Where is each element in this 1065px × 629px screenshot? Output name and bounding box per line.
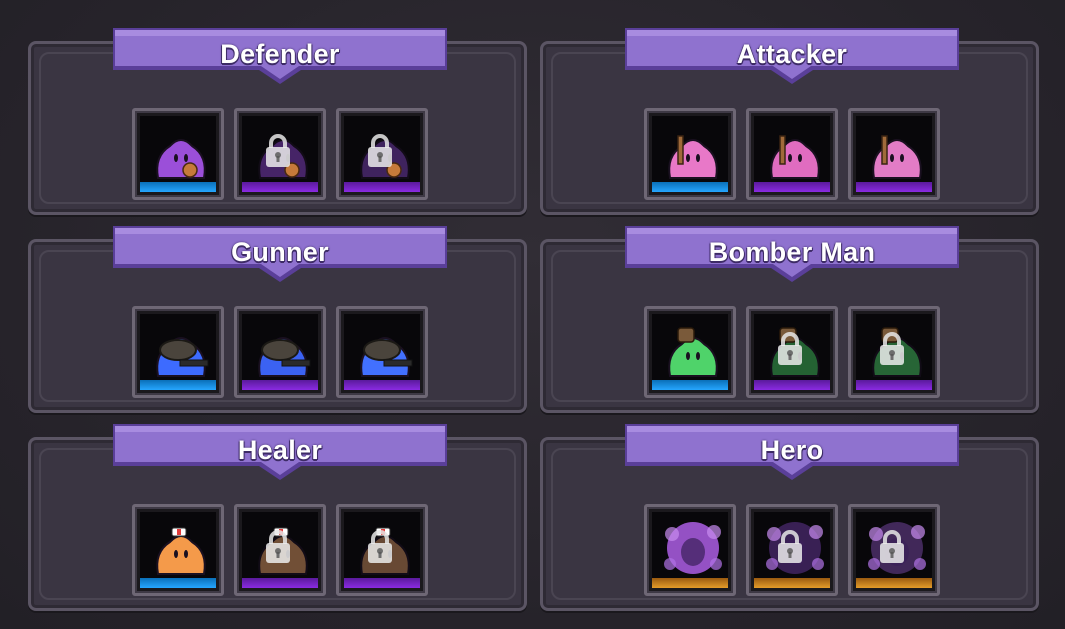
lock-icon xyxy=(878,529,906,570)
unit-slot[interactable] xyxy=(234,504,326,596)
rarity-bar-blue xyxy=(652,182,728,192)
rarity-bar-blue xyxy=(140,380,216,390)
category-panel-healer: Healer xyxy=(28,424,527,611)
lock-icon xyxy=(776,331,804,372)
category-banner: Gunner xyxy=(111,224,449,294)
lock-icon xyxy=(366,133,394,174)
category-title: Attacker xyxy=(736,39,848,69)
rarity-bar-purple xyxy=(754,380,830,390)
unit-slot[interactable] xyxy=(644,108,736,200)
unit-slot[interactable] xyxy=(746,306,838,398)
lock-icon xyxy=(264,133,292,174)
rarity-bar-blue xyxy=(140,578,216,588)
lock-icon xyxy=(264,529,292,570)
rarity-bar-gold xyxy=(856,578,932,588)
category-title: Bomber Man xyxy=(708,237,876,267)
unit-slot[interactable] xyxy=(336,504,428,596)
category-panel-attacker: Attacker xyxy=(540,28,1039,215)
rarity-bar-purple xyxy=(754,182,830,192)
rarity-bar-purple xyxy=(856,182,932,192)
category-title: Gunner xyxy=(231,237,329,267)
lock-icon xyxy=(776,529,804,570)
category-panel-gunner: Gunner xyxy=(28,226,527,413)
category-banner: Healer xyxy=(111,422,449,492)
unit-slot[interactable] xyxy=(336,306,428,398)
rarity-bar-purple xyxy=(856,380,932,390)
unit-slot-row xyxy=(132,306,428,398)
rarity-bar-purple xyxy=(344,380,420,390)
rarity-bar-purple xyxy=(242,380,318,390)
category-title: Healer xyxy=(237,435,323,465)
category-banner: Attacker xyxy=(623,26,961,96)
rarity-bar-blue xyxy=(652,380,728,390)
rarity-bar-purple xyxy=(242,578,318,588)
rarity-bar-blue xyxy=(140,182,216,192)
rarity-bar-gold xyxy=(754,578,830,588)
unit-slot-row xyxy=(644,108,940,200)
unit-slot[interactable] xyxy=(132,306,224,398)
unit-slot-row xyxy=(132,108,428,200)
rarity-bar-purple xyxy=(344,182,420,192)
lock-icon xyxy=(366,529,394,570)
unit-slot-row xyxy=(132,504,428,596)
unit-slot[interactable] xyxy=(336,108,428,200)
unit-slot[interactable] xyxy=(234,108,326,200)
lock-icon xyxy=(878,331,906,372)
unit-slot[interactable] xyxy=(746,504,838,596)
rarity-bar-gold xyxy=(652,578,728,588)
category-banner: Bomber Man xyxy=(623,224,961,294)
category-title: Hero xyxy=(760,435,824,465)
unit-slot[interactable] xyxy=(132,504,224,596)
unit-slot[interactable] xyxy=(848,504,940,596)
rarity-bar-purple xyxy=(242,182,318,192)
rarity-bar-purple xyxy=(344,578,420,588)
unit-slot[interactable] xyxy=(746,108,838,200)
unit-slot[interactable] xyxy=(848,306,940,398)
category-panel-hero: Hero xyxy=(540,424,1039,611)
category-panel-bomber-man: Bomber Man xyxy=(540,226,1039,413)
category-title: Defender xyxy=(220,39,340,69)
category-banner: Hero xyxy=(623,422,961,492)
unit-slot[interactable] xyxy=(234,306,326,398)
unit-slot-row xyxy=(644,504,940,596)
unit-slot[interactable] xyxy=(644,504,736,596)
unit-slot[interactable] xyxy=(132,108,224,200)
unit-slot[interactable] xyxy=(848,108,940,200)
category-panel-defender: Defender xyxy=(28,28,527,215)
unit-slot[interactable] xyxy=(644,306,736,398)
category-banner: Defender xyxy=(111,26,449,96)
unit-slot-row xyxy=(644,306,940,398)
